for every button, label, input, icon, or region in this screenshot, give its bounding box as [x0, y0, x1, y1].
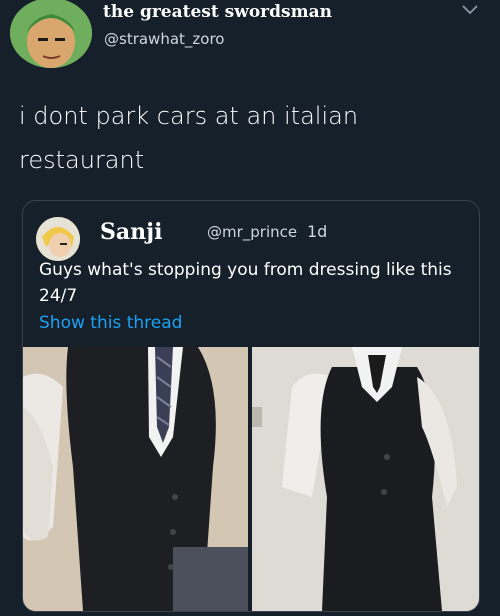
quoted-tweet-time: 1d: [307, 222, 328, 241]
quoted-author-display-name: Sanji: [100, 219, 163, 245]
photo-vest-right[interactable]: [252, 347, 479, 611]
photo-vest-left[interactable]: [23, 347, 248, 611]
avatar-image: [10, 0, 92, 68]
quoted-author-avatar: [36, 217, 80, 261]
quoted-tweet-text: Guys what's stopping you from dressing l…: [39, 260, 452, 306]
quoted-tweet-photos: [23, 347, 479, 611]
avatar-image: [36, 217, 80, 261]
show-thread-link[interactable]: Show this thread: [39, 313, 182, 333]
quoted-author-handle: @mr_prince: [207, 223, 298, 241]
chevron-down-icon[interactable]: [460, 2, 480, 18]
author-display-name[interactable]: the greatest swordsman: [103, 2, 332, 22]
author-handle[interactable]: @strawhat_zoro: [104, 30, 224, 48]
tweet-text: i dont park cars at an italian restauran…: [19, 102, 359, 174]
author-avatar[interactable]: [10, 0, 92, 68]
quoted-tweet-card[interactable]: Sanji @mr_prince 1d Guys what's stopping…: [22, 200, 480, 612]
